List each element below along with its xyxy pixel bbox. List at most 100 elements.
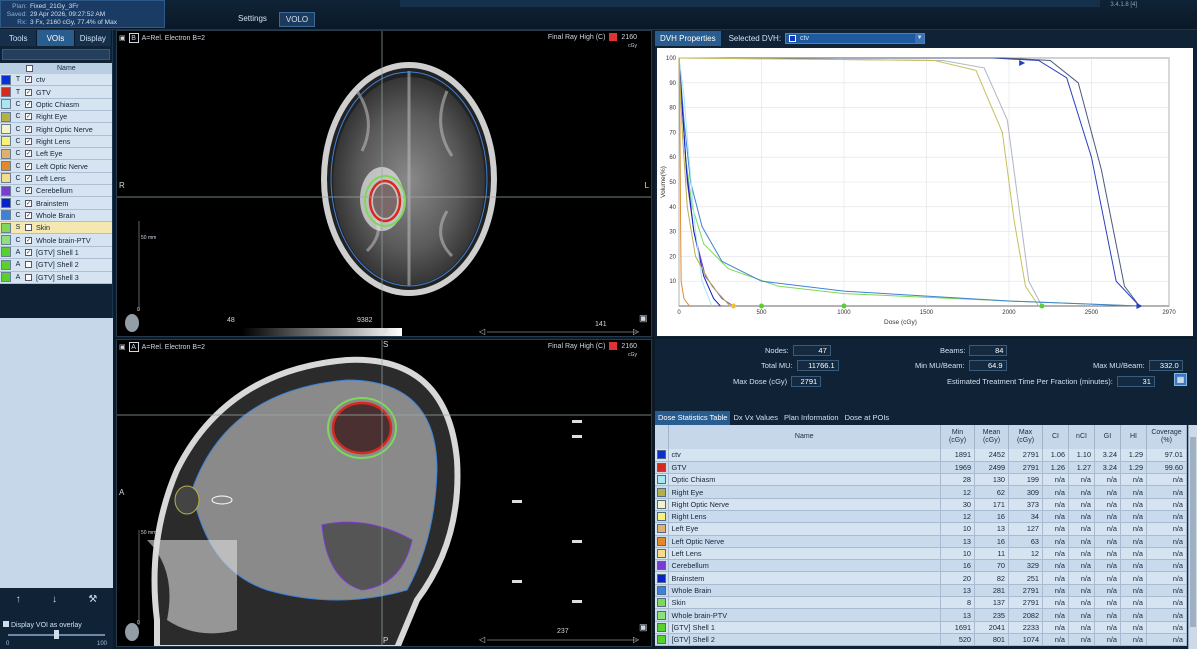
sagittal-tag-box[interactable]: A <box>128 342 139 352</box>
voi-filter-input[interactable] <box>2 49 110 60</box>
tab-dose-statistics[interactable]: Dose Statistics Table <box>655 411 731 425</box>
tab-display[interactable]: Display <box>74 30 112 46</box>
voi-row[interactable]: C ✓ Whole Brain <box>0 209 112 223</box>
voi-row[interactable]: A [GTV] Shell 2 <box>0 259 112 272</box>
move-down-icon[interactable]: ↓ <box>52 594 57 605</box>
slice-prev-icon[interactable]: ◁ <box>479 327 485 336</box>
column-header[interactable]: nCI <box>1068 425 1095 449</box>
view-icon[interactable]: ▣ <box>119 34 126 42</box>
voi-row[interactable]: C ✓ Left Eye <box>0 148 112 161</box>
voi-visible-checkbox[interactable]: ✓ <box>25 248 32 256</box>
voi-visible-checkbox[interactable]: ✓ <box>25 199 32 207</box>
voi-color-swatch[interactable] <box>1 148 11 159</box>
column-header[interactable]: Max (cGy) <box>1008 425 1043 449</box>
voi-color-swatch[interactable] <box>1 259 11 270</box>
table-row[interactable]: Whole Brain 13 281 2791 n/a n/a n/a n/a n/a <box>655 584 1187 598</box>
tab-dose-at-pois[interactable]: Dose at POIs <box>842 411 893 425</box>
table-row[interactable]: Left Eye 10 13 127 n/a n/a n/a n/a n/a <box>655 522 1187 536</box>
move-up-icon[interactable]: ↑ <box>16 594 21 605</box>
voi-row[interactable]: C ✓ Left Lens <box>0 172 112 186</box>
table-row[interactable]: Whole brain-PTV 13 235 2082 n/a n/a n/a n/a n/a <box>655 608 1187 622</box>
voi-visible-checkbox[interactable]: ✓ <box>25 76 32 84</box>
table-row[interactable]: Optic Chiasm 28 130 199 n/a n/a n/a n/a n/a <box>655 473 1187 487</box>
tools-icon[interactable]: ⚒ <box>88 594 97 605</box>
voi-color-swatch[interactable] <box>1 247 11 258</box>
tab-dx-vx[interactable]: Dx Vx Values <box>730 411 780 425</box>
voi-row[interactable]: T ✓ GTV <box>0 86 112 99</box>
voi-visible-checkbox[interactable]: ✓ <box>25 137 32 145</box>
voi-color-swatch[interactable] <box>1 74 11 85</box>
voi-visible-checkbox[interactable] <box>25 224 32 232</box>
axial-view[interactable]: ▣ B A=Rel. Electron B=2 Final Ray High (C)… <box>116 30 652 337</box>
column-header[interactable]: CI <box>1042 425 1069 449</box>
voi-color-swatch[interactable] <box>1 222 11 233</box>
table-scrollbar[interactable] <box>1188 425 1197 649</box>
tab-plan-information[interactable]: Plan Information <box>781 411 842 425</box>
table-row[interactable]: [GTV] Shell 1 1691 2041 2233 n/a n/a n/a n/a n/a <box>655 621 1187 634</box>
voi-row[interactable]: A [GTV] Shell 3 <box>0 271 112 284</box>
overlay-opacity-slider[interactable] <box>8 630 105 639</box>
tab-vois[interactable]: VOIs <box>37 30 75 46</box>
tab-dvh-properties[interactable]: DVH Properties <box>655 30 721 46</box>
calculator-icon[interactable]: ▦ <box>1174 373 1187 386</box>
tab-settings[interactable]: Settings <box>232 12 273 27</box>
voi-row[interactable]: C ✓ Right Optic Nerve <box>0 123 112 136</box>
voi-visible-checkbox[interactable]: ✓ <box>25 113 32 121</box>
voi-visible-checkbox[interactable]: ✓ <box>25 162 32 170</box>
camera-icon[interactable]: ▣ <box>639 622 648 633</box>
slice-next-icon[interactable]: ▷ <box>633 635 639 644</box>
column-header[interactable]: Min (cGy) <box>940 425 975 449</box>
voi-row[interactable]: C ✓ Left Optic Nerve <box>0 160 112 173</box>
voi-color-swatch[interactable] <box>1 161 11 172</box>
voi-visible-checkbox[interactable]: ✓ <box>25 211 32 219</box>
voi-color-swatch[interactable] <box>1 99 11 110</box>
chevron-down-icon[interactable]: ▼ <box>915 33 925 43</box>
axial-tag-box[interactable]: B <box>128 33 139 43</box>
voi-color-swatch[interactable] <box>1 124 11 135</box>
voi-visible-checkbox[interactable] <box>25 273 32 281</box>
selected-dvh-dropdown[interactable]: ctv ▼ <box>785 32 926 44</box>
voi-row[interactable]: C ✓ Cerebellum <box>0 185 112 198</box>
slider-knob[interactable] <box>54 630 59 639</box>
voi-color-swatch[interactable] <box>1 111 11 122</box>
overlay-checkbox[interactable] <box>3 621 9 627</box>
overlay-option[interactable]: Display VOI as overlay <box>3 621 113 629</box>
table-row[interactable]: ctv 1891 2452 2791 1.06 1.10 3.24 1.29 97.01 <box>655 449 1187 462</box>
voi-visible-checkbox[interactable]: ✓ <box>25 187 32 195</box>
voi-color-swatch[interactable] <box>1 136 11 147</box>
voi-row[interactable]: T ✓ ctv <box>0 74 112 87</box>
voi-visible-checkbox[interactable]: ✓ <box>25 88 32 96</box>
voi-visible-checkbox[interactable] <box>25 261 32 269</box>
voi-row[interactable]: C ✓ Optic Chiasm <box>0 98 112 112</box>
voi-row[interactable]: C ✓ Whole brain-PTV <box>0 234 112 247</box>
table-row[interactable]: Skin 8 137 2791 n/a n/a n/a n/a n/a <box>655 596 1187 610</box>
table-row[interactable]: Left Optic Nerve 13 16 63 n/a n/a n/a n/a n/a <box>655 535 1187 548</box>
select-all-checkbox[interactable] <box>26 65 33 72</box>
voi-visible-checkbox[interactable]: ✓ <box>25 236 32 244</box>
slice-next-icon[interactable]: ▷ <box>633 327 639 336</box>
tab-tools[interactable]: Tools <box>0 30 38 46</box>
table-row[interactable]: Cerebellum 16 70 329 n/a n/a n/a n/a n/a <box>655 559 1187 573</box>
tab-volo[interactable]: VOLO <box>278 12 316 27</box>
table-row[interactable]: Right Eye 12 62 309 n/a n/a n/a n/a n/a <box>655 485 1187 499</box>
dvh-chart[interactable]: 10 20 30 40 50 60 70 80 90 100 0 500 1000 1500 2000 250… <box>657 48 1193 336</box>
camera-icon[interactable]: ▣ <box>639 313 648 324</box>
voi-color-swatch[interactable] <box>1 235 11 246</box>
sagittal-view[interactable]: ▣ A A=Rel. Electron B=2 Final Ray High (C)… <box>116 339 652 647</box>
column-header[interactable]: GI <box>1094 425 1121 449</box>
view-icon[interactable]: ▣ <box>119 343 126 351</box>
table-row[interactable]: Left Lens 10 11 12 n/a n/a n/a n/a n/a <box>655 547 1187 561</box>
voi-color-swatch[interactable] <box>1 272 11 283</box>
voi-row[interactable]: C ✓ Right Lens <box>0 135 112 149</box>
voi-visible-checkbox[interactable]: ✓ <box>25 174 32 182</box>
scrollbar-thumb[interactable] <box>1190 437 1196 627</box>
voi-color-swatch[interactable] <box>1 198 11 209</box>
voi-row[interactable]: C ✓ Right Eye <box>0 111 112 124</box>
column-header[interactable]: Name <box>668 425 941 449</box>
table-row[interactable]: GTV 1969 2499 2791 1.26 1.27 3.24 1.29 99.60 <box>655 461 1187 475</box>
table-row[interactable]: Right Optic Nerve 30 171 373 n/a n/a n/a n/a n/a <box>655 498 1187 511</box>
column-header[interactable]: Mean (cGy) <box>974 425 1009 449</box>
voi-visible-checkbox[interactable]: ✓ <box>25 100 32 108</box>
voi-visible-checkbox[interactable]: ✓ <box>25 125 32 133</box>
column-header[interactable]: Coverage (%) <box>1146 425 1187 449</box>
